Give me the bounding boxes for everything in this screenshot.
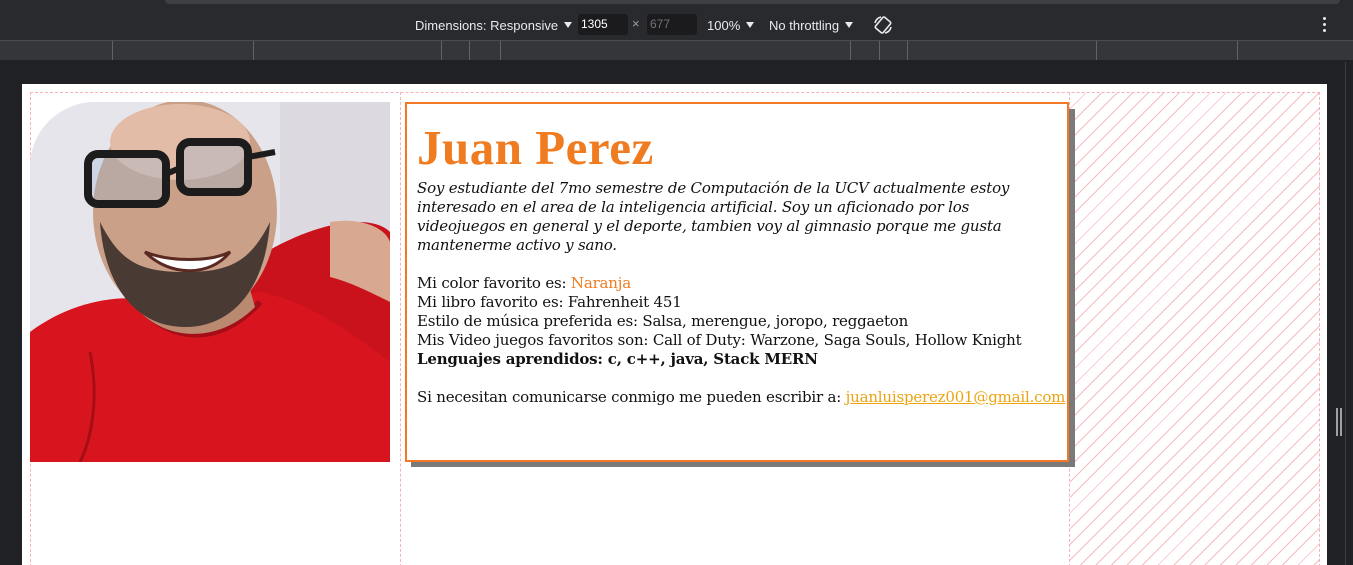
favorite-color-label: Mi color favorito es:: [417, 274, 571, 292]
height-input[interactable]: 677: [647, 14, 697, 35]
throttling-dropdown[interactable]: No throttling: [769, 14, 854, 36]
media-query-segment[interactable]: [907, 41, 908, 60]
profile-photo: [30, 102, 390, 462]
favorite-book-row: Mi libro favorito es: Fahrenheit 451: [417, 293, 682, 311]
favorite-games-row: Mis Video juegos favoritos son: Call of …: [417, 331, 1022, 349]
throttling-label: No throttling: [769, 17, 840, 33]
contact-label: Si necesitan comunicarse conmigo me pued…: [417, 388, 846, 406]
favorite-music-row: Estilo de música preferida es: Salsa, me…: [417, 312, 909, 330]
resize-handle[interactable]: [1336, 408, 1342, 436]
width-input[interactable]: 1305: [578, 14, 628, 35]
profile-card: Juan Perez Soy estudiante del 7mo semest…: [405, 102, 1069, 462]
dimensions-dropdown[interactable]: Dimensions: Responsive: [415, 14, 573, 36]
toolbar-top-edge: [165, 0, 1340, 4]
contact-line: Si necesitan comunicarse conmigo me pued…: [417, 388, 1065, 407]
profile-name: Juan Perez: [417, 120, 654, 175]
media-query-segment[interactable]: [850, 41, 851, 60]
chevron-down-icon: [564, 22, 573, 28]
chevron-down-icon: [746, 22, 755, 28]
more-options-icon[interactable]: [1316, 15, 1332, 35]
favorite-color-row: Mi color favorito es: Naranja: [417, 274, 1057, 293]
profile-facts: Mi color favorito es: Naranja Mi libro f…: [417, 274, 1057, 369]
rotate-icon[interactable]: [872, 14, 894, 36]
media-query-segment[interactable]: [441, 41, 442, 60]
grid-column-divider: [400, 92, 401, 565]
page-viewport: Juan Perez Soy estudiante del 7mo semest…: [22, 84, 1327, 565]
empty-grid-area: [1070, 93, 1320, 565]
chevron-down-icon: [845, 22, 854, 28]
languages-row: Lenguajes aprendidos: c, c++, java, Stac…: [417, 350, 818, 368]
media-query-segment[interactable]: [112, 41, 113, 60]
zoom-dropdown[interactable]: 100%: [707, 14, 755, 36]
media-query-segment[interactable]: [1237, 41, 1238, 60]
favorite-color-value: Naranja: [570, 274, 631, 292]
media-query-segment[interactable]: [1096, 41, 1097, 60]
media-query-segment[interactable]: [879, 41, 880, 60]
media-query-segment[interactable]: [500, 41, 501, 60]
times-symbol: ×: [632, 16, 640, 31]
profile-bio: Soy estudiante del 7mo semestre de Compu…: [417, 179, 1010, 254]
panel-divider: [1345, 62, 1353, 565]
media-query-bar: [0, 40, 1353, 60]
email-link[interactable]: juanluisperez001@gmail.com: [846, 388, 1066, 406]
zoom-label: 100%: [707, 17, 741, 33]
media-query-segment[interactable]: [469, 41, 470, 60]
media-query-segment[interactable]: [253, 41, 254, 60]
dimensions-label: Dimensions: Responsive: [415, 17, 559, 33]
device-toolbar: Dimensions: Responsive 1305 × 677 100% N…: [0, 0, 1353, 40]
